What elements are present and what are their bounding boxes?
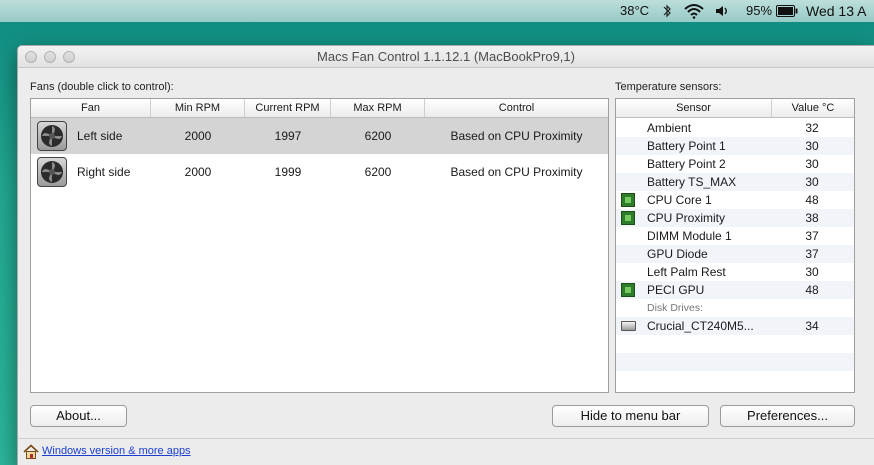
sensor-name: CPU Core 1: [647, 193, 712, 207]
sensors-table-header: Sensor Value °C: [616, 99, 854, 118]
sensor-empty-row: [616, 371, 854, 392]
chip-icon: [621, 193, 635, 207]
column-header-value[interactable]: Value °C: [772, 99, 854, 117]
sensor-value: 37: [805, 229, 819, 243]
about-button[interactable]: About...: [30, 405, 127, 427]
app-window: Macs Fan Control 1.1.12.1 (MacBookPro9,1…: [17, 45, 874, 465]
battery-percent[interactable]: 95%: [746, 0, 772, 22]
column-header-current-rpm[interactable]: Current RPM: [245, 99, 331, 117]
sensor-empty-row: [616, 335, 854, 353]
fan-name: Left side: [77, 129, 123, 143]
disk-drives-group-row: Disk Drives:: [616, 299, 854, 317]
sensor-name: Crucial_CT240M5...: [647, 319, 754, 333]
fan-current-rpm: 1999: [274, 165, 302, 179]
windows-version-link[interactable]: Windows version & more apps: [42, 445, 191, 457]
sensor-row-battery-point-1[interactable]: Battery Point 1 30: [616, 137, 854, 155]
chip-icon: [621, 283, 635, 297]
column-header-max-rpm[interactable]: Max RPM: [331, 99, 425, 117]
sensor-row-left-palm-rest[interactable]: Left Palm Rest 30: [616, 263, 854, 281]
disk-drive-icon: [621, 321, 636, 331]
sensor-row-peci-gpu[interactable]: PECI GPU 48: [616, 281, 854, 299]
fan-min-rpm: 2000: [184, 165, 212, 179]
sensor-name: Battery TS_MAX: [647, 175, 737, 189]
sensor-name: Ambient: [647, 121, 692, 135]
chip-icon: [621, 211, 635, 225]
wifi-icon[interactable]: [684, 3, 704, 19]
sensor-value: 34: [805, 319, 819, 333]
sensor-value: 48: [805, 283, 819, 297]
sensor-row-cpu-proximity[interactable]: CPU Proximity 38: [616, 209, 854, 227]
column-header-fan[interactable]: Fan: [31, 99, 151, 117]
sensor-value: 30: [805, 139, 819, 153]
fan-row-right-side[interactable]: Right side 2000 1999 6200 Based on CPU P…: [31, 154, 608, 190]
sensor-row-cpu-core-1[interactable]: CPU Core 1 48: [616, 191, 854, 209]
menubar-clock[interactable]: Wed 13 A: [806, 0, 866, 22]
sensor-name: Battery Point 1: [647, 139, 726, 153]
footer: Windows version & more apps: [18, 438, 874, 465]
sensor-row-gpu-diode[interactable]: GPU Diode 37: [616, 245, 854, 263]
sensor-name: CPU Proximity: [647, 211, 726, 225]
menubar-temperature[interactable]: 38°C: [620, 0, 649, 22]
sensor-value: 30: [805, 175, 819, 189]
fan-row-left-side[interactable]: Left side 2000 1997 6200 Based on CPU Pr…: [31, 118, 608, 154]
sensor-row-ambient[interactable]: Ambient 32: [616, 119, 854, 137]
fans-table: Fan Min RPM Current RPM Max RPM Control …: [30, 98, 609, 393]
sensor-row-crucial-drive[interactable]: Crucial_CT240M5... 34: [616, 317, 854, 335]
sensor-row-dimm-module-1[interactable]: DIMM Module 1 37: [616, 227, 854, 245]
preferences-button[interactable]: Preferences...: [720, 405, 855, 427]
disk-drives-group-label: Disk Drives:: [647, 302, 704, 314]
sensor-value: 30: [805, 157, 819, 171]
fans-table-header: Fan Min RPM Current RPM Max RPM Control: [31, 99, 608, 118]
fan-control: Based on CPU Proximity: [450, 165, 583, 179]
sensor-value: 32: [805, 121, 819, 135]
bluetooth-icon[interactable]: [662, 4, 672, 18]
sensor-row-battery-ts-max[interactable]: Battery TS_MAX 30: [616, 173, 854, 191]
fan-name: Right side: [77, 165, 131, 179]
volume-icon[interactable]: [715, 5, 729, 17]
sensor-value: 38: [805, 211, 819, 225]
sensor-value: 30: [805, 265, 819, 279]
sensor-row-battery-point-2[interactable]: Battery Point 2 30: [616, 155, 854, 173]
fan-icon: [37, 157, 67, 187]
fan-control: Based on CPU Proximity: [450, 129, 583, 143]
column-header-control[interactable]: Control: [425, 99, 608, 117]
sensor-empty-row: [616, 353, 854, 371]
fan-min-rpm: 2000: [184, 129, 212, 143]
fans-section-label: Fans (double click to control):: [30, 81, 174, 93]
sensor-value: 48: [805, 193, 819, 207]
sensor-name: GPU Diode: [647, 247, 708, 261]
fan-max-rpm: 6200: [364, 129, 392, 143]
home-icon[interactable]: [23, 444, 39, 460]
sensor-name: Left Palm Rest: [647, 265, 726, 279]
sensor-name: PECI GPU: [647, 283, 705, 297]
column-header-min-rpm[interactable]: Min RPM: [151, 99, 245, 117]
fan-max-rpm: 6200: [364, 165, 392, 179]
column-header-sensor[interactable]: Sensor: [616, 99, 772, 117]
window-title: Macs Fan Control 1.1.12.1 (MacBookPro9,1…: [317, 49, 575, 64]
fan-icon: [37, 121, 67, 151]
sensor-name: Battery Point 2: [647, 157, 726, 171]
sensor-name: DIMM Module 1: [647, 229, 732, 243]
fan-current-rpm: 1997: [274, 129, 302, 143]
title-bar[interactable]: Macs Fan Control 1.1.12.1 (MacBookPro9,1…: [18, 46, 874, 68]
battery-icon[interactable]: [776, 5, 798, 17]
hide-to-menu-bar-button[interactable]: Hide to menu bar: [552, 405, 709, 427]
sensors-section-label: Temperature sensors:: [615, 81, 722, 93]
menu-bar: 38°C 95% Wed 13 A: [0, 0, 874, 22]
sensors-table: Sensor Value °C Ambient 32 Battery Point…: [615, 98, 855, 393]
sensor-value: 37: [805, 247, 819, 261]
